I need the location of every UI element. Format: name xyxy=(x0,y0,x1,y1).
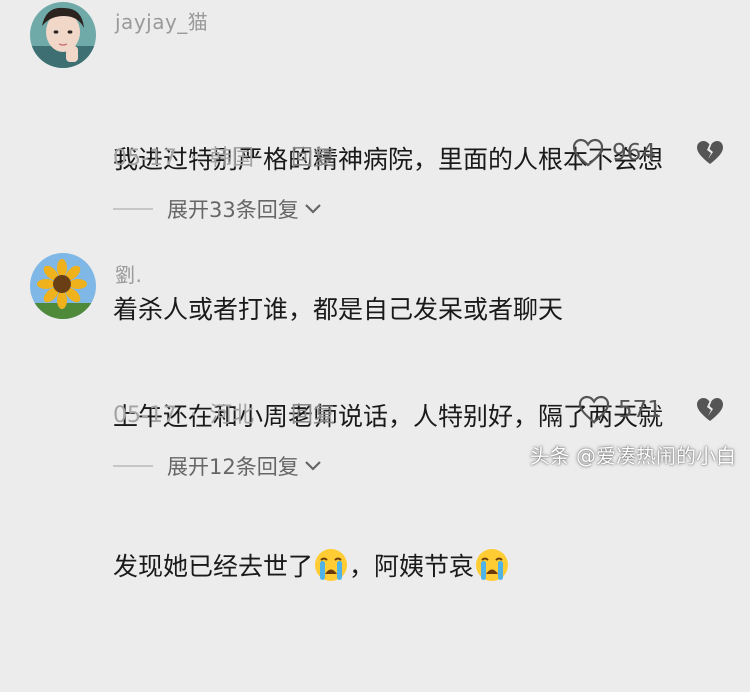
comment-text-line: 发现她已经去世了 ，阿姨节哀 xyxy=(113,542,743,592)
comment-meta: 05-17 · 河北 回复 xyxy=(113,397,335,429)
like-count: 571 xyxy=(618,397,662,423)
crying-face-emoji xyxy=(476,549,509,581)
comment-text-part: ，阿姨节哀 xyxy=(349,552,475,581)
dislike-button[interactable] xyxy=(695,139,725,171)
expand-replies-label: 展开12条回复 xyxy=(167,455,299,479)
broken-heart-icon xyxy=(697,398,723,421)
expand-replies-button[interactable]: 展开12条回复 xyxy=(113,451,323,481)
comment-meta: 05-17 · 韩国 回复 xyxy=(113,140,335,172)
like-button[interactable]: 964 xyxy=(572,138,656,168)
expand-replies-label: 展开33条回复 xyxy=(167,198,299,222)
watermark: 头条 @爱凑热闹的小白 xyxy=(529,444,736,468)
heart-outline-icon xyxy=(578,395,610,424)
like-button[interactable]: 571 xyxy=(578,395,662,425)
meta-separator: · xyxy=(189,403,197,428)
reply-button[interactable]: 回复 xyxy=(291,146,335,171)
comment-location: 韩国 xyxy=(209,146,254,171)
like-count: 964 xyxy=(612,140,656,166)
comment-text: 上午还在和小周老师说话，人特别好，隔了两天就 发现她已经去世了 ，阿姨节哀 xyxy=(113,292,743,692)
reply-button[interactable]: 回复 xyxy=(291,403,335,428)
avatar[interactable] xyxy=(30,253,96,319)
comment-text-part: 发现她已经去世了 xyxy=(113,552,314,581)
chevron-down-icon xyxy=(304,204,321,214)
meta-separator: · xyxy=(189,146,197,171)
comment-location: 河北 xyxy=(209,403,254,428)
heart-outline-icon xyxy=(572,138,604,167)
expand-replies-button[interactable]: 展开33条回复 xyxy=(113,194,323,224)
chevron-down-icon xyxy=(304,461,321,471)
comment-date: 05-17 xyxy=(113,403,177,428)
comment-date: 05-17 xyxy=(113,146,177,171)
divider-line xyxy=(113,208,153,210)
username[interactable]: jayjay_猫 xyxy=(115,6,208,35)
avatar[interactable] xyxy=(30,2,96,68)
broken-heart-icon xyxy=(697,141,723,164)
divider-line xyxy=(113,465,153,467)
crying-face-emoji xyxy=(315,549,348,581)
dislike-button[interactable] xyxy=(695,396,725,428)
username[interactable]: 劉. xyxy=(115,259,142,288)
